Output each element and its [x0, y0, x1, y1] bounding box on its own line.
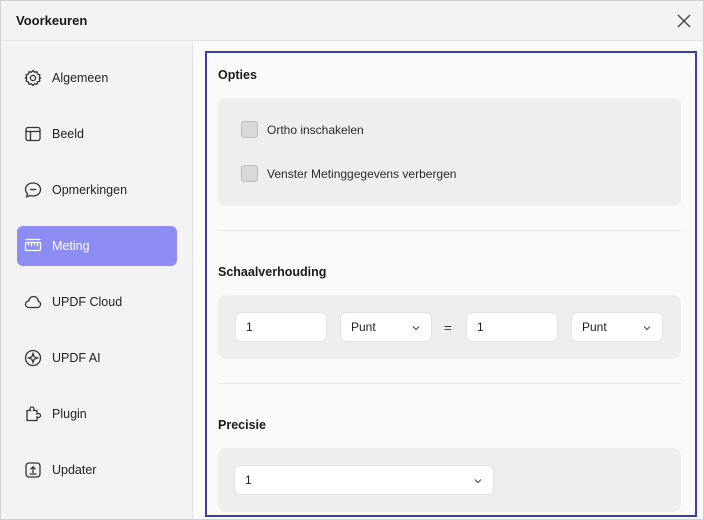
sidebar-item-label: Algemeen: [52, 71, 109, 85]
ortho-checkbox-row[interactable]: Ortho inschakelen: [241, 121, 364, 138]
ortho-label: Ortho inschakelen: [267, 122, 364, 137]
cloud-icon: [23, 292, 43, 312]
chevron-down-icon: [474, 479, 482, 484]
layout-icon: [23, 124, 43, 144]
sidebar-item-algemeen[interactable]: Algemeen: [17, 58, 177, 98]
sidebar-item-updater[interactable]: Updater: [17, 450, 177, 490]
section-title-opties: Opties: [218, 68, 257, 82]
section-title-schaalverhouding: Schaalverhouding: [218, 265, 327, 279]
ai-sparkle-icon: [23, 348, 43, 368]
equals-sign: =: [444, 320, 452, 335]
scale-left-unit-select[interactable]: Punt: [340, 312, 432, 342]
scale-right-unit-select[interactable]: Punt: [571, 312, 663, 342]
precision-value: 1: [245, 473, 252, 487]
sidebar-item-label: Opmerkingen: [52, 183, 128, 197]
chevron-down-icon: [643, 326, 651, 331]
options-panel: [218, 98, 681, 206]
section-title-precisie: Precisie: [218, 418, 266, 432]
ortho-checkbox[interactable]: [241, 121, 258, 138]
section-divider: [218, 383, 681, 384]
sidebar-item-label: Updater: [52, 463, 97, 477]
sidebar-item-label: Plugin: [52, 407, 87, 421]
scale-left-value-input[interactable]: [235, 312, 327, 342]
update-icon: [23, 460, 43, 480]
preferences-window: Voorkeuren Algemeen Beeld Opmerkingen Me…: [0, 0, 704, 520]
close-icon[interactable]: [673, 10, 695, 32]
sidebar-item-updf-cloud[interactable]: UPDF Cloud: [17, 282, 177, 322]
sidebar-item-beeld[interactable]: Beeld: [17, 114, 177, 154]
window-title: Voorkeuren: [16, 13, 88, 28]
chevron-down-icon: [412, 326, 420, 331]
sidebar-item-label: Beeld: [52, 127, 84, 141]
scale-right-value-input[interactable]: [466, 312, 558, 342]
sidebar-item-updf-ai[interactable]: UPDF AI: [17, 338, 177, 378]
hide-window-checkbox-row[interactable]: Venster Metinggegevens verbergen: [241, 165, 456, 182]
comment-icon: [23, 180, 43, 200]
sidebar-item-opmerkingen[interactable]: Opmerkingen: [17, 170, 177, 210]
sidebar-item-meting[interactable]: Meting: [17, 226, 177, 266]
scale-left-unit-value: Punt: [351, 320, 376, 334]
puzzle-icon: [23, 404, 43, 424]
hide-window-checkbox[interactable]: [241, 165, 258, 182]
precision-select[interactable]: 1: [234, 465, 494, 495]
sidebar-item-label: UPDF AI: [52, 351, 101, 365]
scale-right-unit-value: Punt: [582, 320, 607, 334]
sidebar-item-plugin[interactable]: Plugin: [17, 394, 177, 434]
title-bar: Voorkeuren: [1, 1, 703, 41]
sidebar-item-label: UPDF Cloud: [52, 295, 123, 309]
gear-icon: [23, 68, 43, 88]
hide-window-label: Venster Metinggegevens verbergen: [267, 166, 457, 181]
sidebar: Algemeen Beeld Opmerkingen Meting UPDF C…: [1, 42, 193, 519]
section-divider: [218, 230, 681, 231]
ruler-icon: [23, 236, 43, 256]
sidebar-item-label: Meting: [52, 239, 90, 253]
